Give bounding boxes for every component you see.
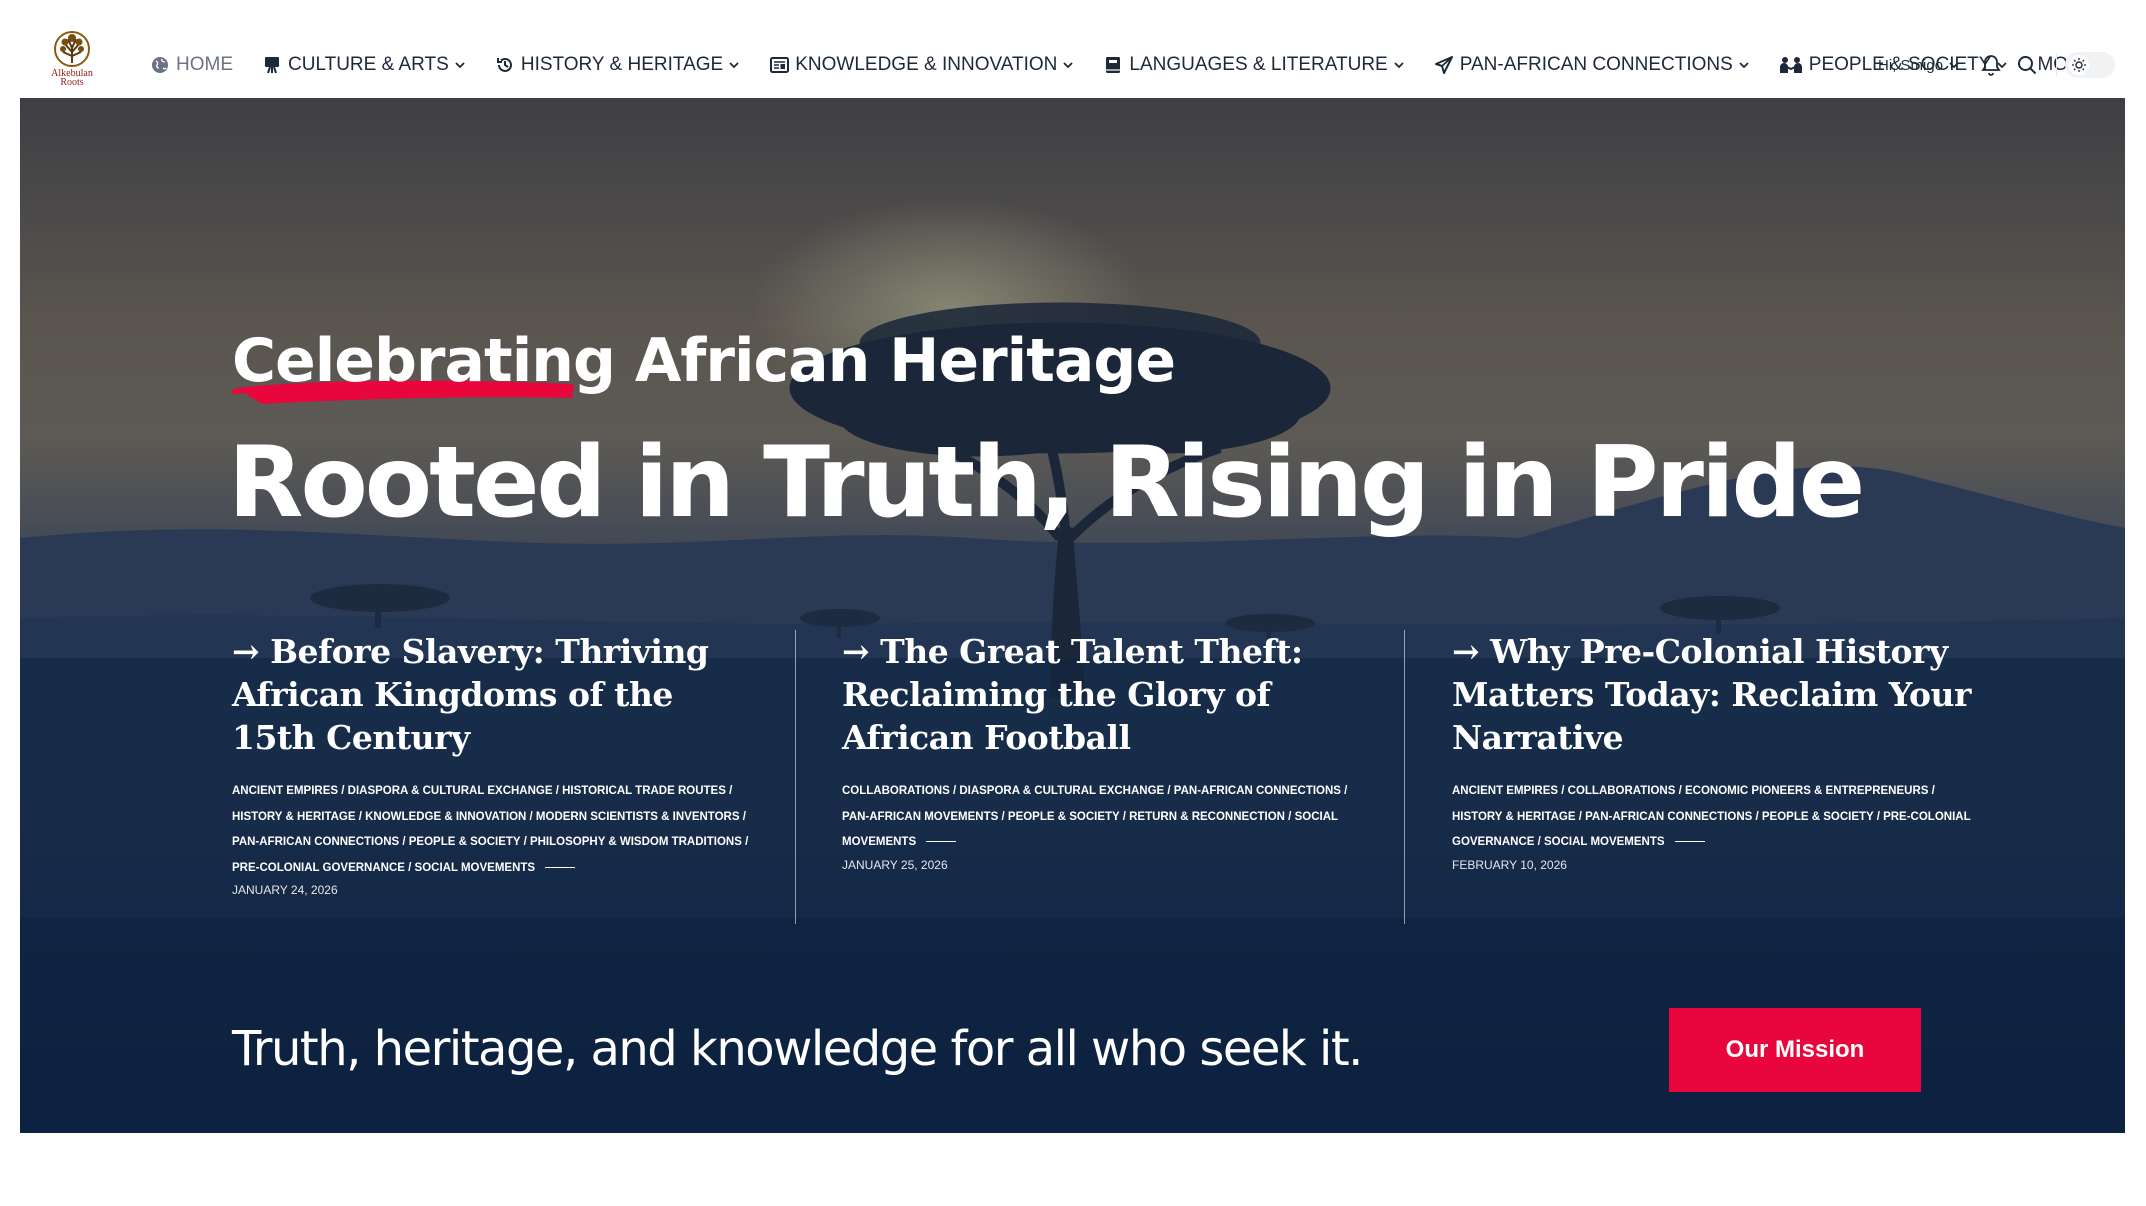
history-icon: [495, 55, 515, 75]
hero-section: Celebrating African Heritage Rooted in T…: [20, 98, 2125, 1133]
post-title-link[interactable]: → Before Slavery: Thriving African Kingd…: [232, 632, 709, 757]
featured-post: → The Great Talent Theft: Reclaiming the…: [842, 630, 1362, 872]
search-icon[interactable]: [2014, 52, 2040, 78]
nav-knowledge-innovation[interactable]: Knowledge & Innovation: [769, 54, 1074, 76]
site-header: Alkebulan Roots Home Culture & Arts Hist…: [0, 0, 2146, 98]
main-nav: Home Culture & Arts History & Heritage K…: [150, 50, 2140, 80]
post-date: January 25, 2026: [842, 857, 948, 872]
newspaper-icon: [769, 55, 789, 75]
chevron-down-icon: [1949, 62, 1959, 69]
hero-headline: Rooted in Truth, Rising in Pride: [228, 426, 1865, 540]
post-date: January 24, 2026: [232, 883, 338, 897]
theme-toggle[interactable]: [2065, 52, 2116, 78]
featured-post: → Why Pre-Colonial History Matters Today…: [1452, 630, 1972, 872]
kicker-rest: African Heritage: [614, 326, 1176, 396]
header-actions: Hi, Smigo: [1878, 50, 2116, 80]
user-greeting: Hi,: [1878, 56, 1897, 74]
nav-knowledge-innovation-label: Knowledge & Innovation: [795, 54, 1058, 75]
featured-posts: → Before Slavery: Thriving African Kingd…: [232, 630, 1971, 1030]
nav-languages-literature[interactable]: Languages & Literature: [1103, 54, 1404, 76]
people-icon: [1779, 55, 1803, 75]
post-categories[interactable]: Collaborations / Diaspora & Cultural Exc…: [842, 779, 1362, 856]
site-logo[interactable]: Alkebulan Roots: [44, 30, 100, 94]
featured-post: → Before Slavery: Thriving African Kingd…: [232, 630, 752, 897]
nav-culture-arts[interactable]: Culture & Arts: [262, 54, 466, 76]
nav-home-label: Home: [176, 54, 233, 75]
tree-logo-icon: [54, 31, 90, 67]
meta-divider: [545, 866, 576, 868]
meta-divider: [926, 841, 957, 843]
sun-icon: [2069, 55, 2090, 75]
book-icon: [1103, 55, 1123, 75]
nav-culture-arts-label: Culture & Arts: [288, 54, 449, 75]
user-name: Smigo: [1900, 56, 1944, 74]
chevron-down-icon: [1739, 62, 1749, 69]
send-icon: [1434, 55, 1454, 75]
header-divider: [2056, 54, 2058, 76]
hero-tagline: Truth, heritage, and knowledge for all w…: [232, 1021, 1363, 1077]
nav-languages-literature-label: Languages & Literature: [1129, 54, 1388, 75]
globe-icon: [150, 55, 170, 75]
chevron-down-icon: [455, 62, 465, 69]
post-categories[interactable]: Ancient Empires / Collaborations / Econo…: [1452, 779, 1972, 856]
post-date: February 10, 2026: [1452, 857, 1567, 872]
hero-content: Celebrating African Heritage Rooted in T…: [20, 98, 2125, 1133]
easel-icon: [262, 55, 282, 75]
post-title-link[interactable]: → Why Pre-Colonial History Matters Today…: [1452, 632, 1971, 757]
nav-pan-african-connections-label: Pan-African Connections: [1459, 54, 1733, 75]
kicker-highlight: Celebrating: [232, 326, 616, 404]
chevron-down-icon: [1063, 62, 1074, 69]
column-divider: [795, 630, 796, 924]
nav-home[interactable]: Home: [150, 54, 233, 76]
nav-history-heritage-label: History & Heritage: [520, 54, 724, 75]
bell-icon[interactable]: [1978, 52, 2004, 78]
hero-kicker: Celebrating African Heritage: [232, 326, 1176, 404]
column-divider: [1404, 630, 1405, 924]
chevron-down-icon: [1394, 62, 1404, 69]
post-categories[interactable]: Ancient Empires / Diaspora & Cultural Ex…: [232, 779, 752, 881]
nav-pan-african-connections[interactable]: Pan-African Connections: [1434, 54, 1750, 76]
nav-history-heritage[interactable]: History & Heritage: [495, 54, 740, 76]
meta-divider: [1674, 841, 1705, 843]
logo-wordmark: Alkebulan Roots: [51, 68, 93, 88]
post-title-link[interactable]: → The Great Talent Theft: Reclaiming the…: [842, 632, 1303, 757]
chevron-down-icon: [729, 62, 739, 69]
our-mission-button[interactable]: Our Mission: [1669, 1008, 1921, 1092]
user-menu[interactable]: Hi, Smigo: [1878, 57, 1960, 74]
